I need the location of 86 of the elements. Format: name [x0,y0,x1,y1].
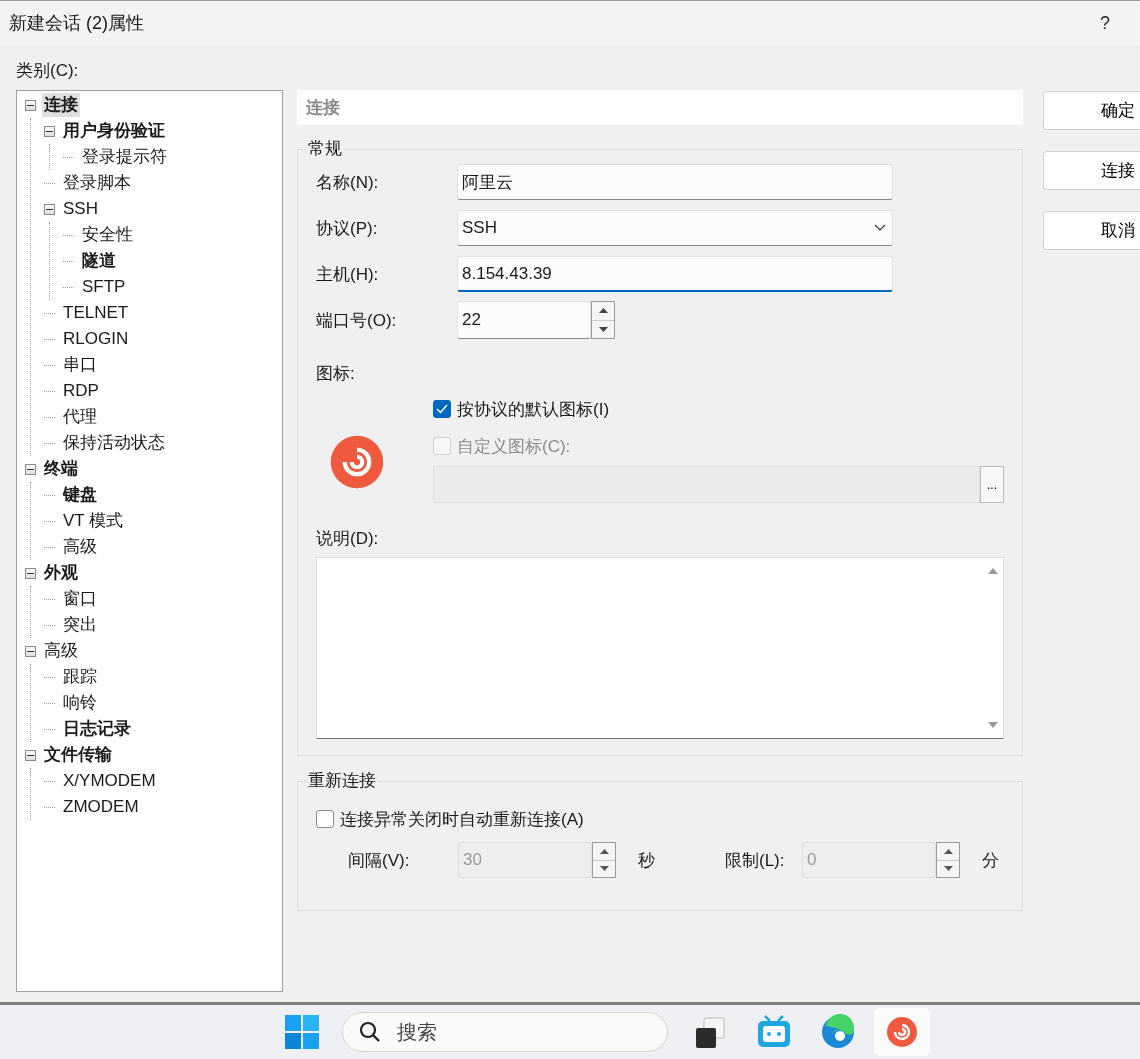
up-arrow-icon [943,848,953,854]
spin-up-button[interactable] [592,302,614,321]
tv-icon [756,1014,792,1050]
tree-item[interactable]: RDP [61,379,101,403]
up-arrow-icon [599,848,609,854]
tree-item[interactable]: 终端 [42,457,80,481]
start-icon [284,1014,320,1050]
field-label: 名称(N): [316,171,380,194]
tree-item[interactable]: 键盘 [61,483,99,507]
dropdown-value: SSH [462,218,497,238]
down-arrow-icon [943,866,953,872]
icon-label: 图标: [316,363,356,384]
tree-item[interactable]: 登录提示符 [80,145,169,169]
tree-item[interactable]: 代理 [61,405,99,429]
tree-item[interactable]: 高级 [61,535,99,559]
tree-item[interactable]: 高级 [42,639,80,663]
tree-item[interactable]: 窗口 [61,587,99,611]
tree-item[interactable]: 用户身份验证 [61,119,167,143]
unit-label: 分 [982,849,999,872]
tree-item[interactable]: 登录脚本 [61,171,133,195]
tree-item[interactable]: VT 模式 [61,509,126,533]
dialog-button[interactable]: 确定 [1043,91,1140,130]
setting-label: 限制(L): [725,849,786,872]
tree-item[interactable]: 文件传输 [42,743,114,767]
tree-item[interactable]: 突出 [61,613,99,637]
field-label: 主机(H): [316,263,380,286]
section-header: 连接 [297,90,1023,125]
collapse-toggle-icon[interactable] [25,645,36,657]
tree-item[interactable]: ZMODEM [61,795,141,819]
tree-item[interactable]: 响铃 [61,691,99,715]
icon-path-field[interactable] [433,466,980,503]
dialog-button[interactable]: 连接 [1043,151,1140,190]
search-field[interactable]: 搜索 [342,1012,668,1052]
collapse-toggle-icon[interactable] [25,463,36,475]
collapse-toggle-icon[interactable] [44,203,55,215]
down-arrow-icon [598,326,608,332]
chevron-down-icon [874,224,886,232]
browse-button[interactable]: ... [980,466,1004,503]
swirl-browser-icon [820,1014,856,1050]
field-label: 协议(P): [316,217,379,240]
text-field[interactable]: 阿里云 [457,164,893,200]
tree-item[interactable]: 连接 [42,93,80,117]
setting-label: 间隔(V): [348,849,411,872]
text-field[interactable]: 8.154.43.39 [457,256,893,292]
tree-item[interactable]: RLOGIN [61,327,131,351]
tree-item[interactable]: 隧道 [80,249,118,273]
spiral-logo-icon [329,434,385,490]
collapse-toggle-icon[interactable] [25,749,36,761]
spin-up-button[interactable] [593,843,615,861]
description-label: 说明(D): [316,528,380,549]
tree-item[interactable]: 日志记录 [61,717,133,741]
scroll-up-icon [988,568,998,574]
help-button[interactable]: ? [1090,11,1120,35]
checkmark-icon [436,404,448,414]
group-legend: 重新连接 [306,769,378,792]
tree-item[interactable]: 外观 [42,561,80,585]
checkbox[interactable] [316,810,334,828]
dialog-button[interactable]: 取消 [1043,211,1140,250]
tree-item[interactable]: SSH [61,197,100,221]
collapse-toggle-icon[interactable] [25,567,36,579]
search-icon [359,1021,381,1043]
tree-item[interactable]: SFTP [80,275,128,299]
tree-item[interactable]: 串口 [61,353,99,377]
description-field[interactable] [316,557,1004,739]
spiral-logo-icon [884,1014,920,1050]
field-label: 端口号(O): [316,309,398,332]
up-arrow-icon [598,308,608,314]
down-arrow-icon [599,866,609,872]
tree-item[interactable]: TELNET [61,301,131,325]
checkbox-label: 自定义图标(C): [457,435,571,458]
unit-label: 秒 [638,849,655,872]
scroll-down-icon [988,722,998,728]
window-title: 新建会话 (2)属性 [9,12,144,35]
tree-item[interactable]: 跟踪 [61,665,99,689]
collapse-toggle-icon[interactable] [25,99,36,111]
tree-item[interactable]: 安全性 [80,223,135,247]
checkbox[interactable] [433,400,451,418]
category-label: 类别(C): [16,60,80,81]
tree-item[interactable]: 保持活动状态 [61,431,167,455]
checkbox-label: 连接异常关闭时自动重新连接(A) [340,808,584,831]
spin-up-button[interactable] [937,843,959,861]
tree-item[interactable]: X/YMODEM [61,769,158,793]
collapse-toggle-icon[interactable] [44,125,55,137]
port-field[interactable]: 22 [457,301,591,339]
checkbox-label: 按协议的默认图标(I) [457,398,610,421]
protocol-dropdown[interactable]: SSH [457,210,893,246]
